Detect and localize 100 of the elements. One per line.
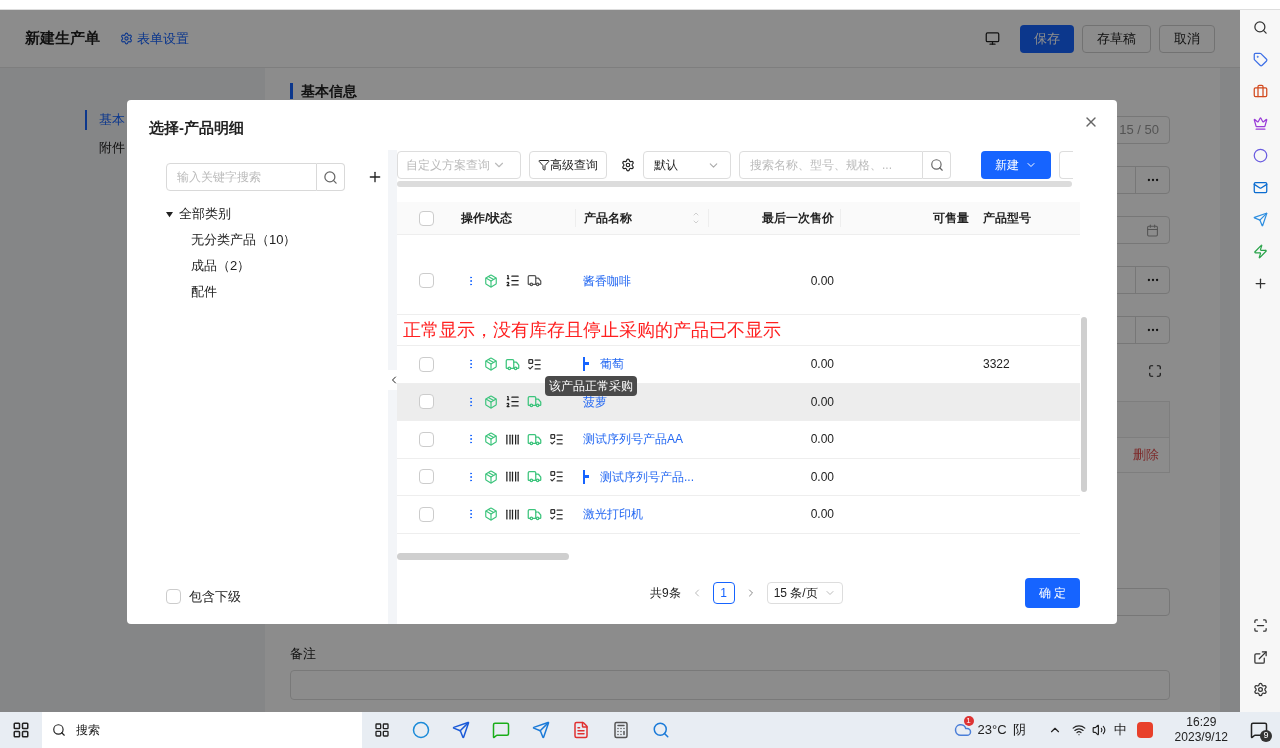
taskbar-search[interactable]: 搜索 — [42, 712, 362, 748]
checkbox[interactable] — [418, 431, 434, 447]
document-icon[interactable] — [572, 721, 590, 739]
checkbox[interactable] — [418, 210, 434, 226]
confirm-button[interactable]: 确 定 — [1024, 578, 1081, 608]
action-button[interactable]: 取消 — [1159, 24, 1215, 53]
checklist-icon — [549, 506, 564, 522]
search-label: 搜索 — [76, 722, 100, 739]
ime-indicator[interactable]: 中 — [1113, 720, 1127, 740]
form-settings-link[interactable]: 表单设置 — [120, 28, 189, 49]
product-link[interactable]: 测试序列号产品... — [600, 467, 694, 486]
box-icon — [484, 357, 498, 372]
page-title: 新建生产单 — [25, 28, 100, 49]
action-button[interactable]: 保存 — [1020, 24, 1074, 53]
tree-item[interactable]: 配件 — [166, 279, 388, 305]
settings-icon[interactable] — [621, 158, 635, 172]
briefcase-icon[interactable] — [1252, 84, 1268, 99]
tree-item[interactable]: 全部类别 — [179, 204, 231, 224]
page-button[interactable]: 1 — [712, 582, 735, 604]
weather-badge: 1 — [963, 716, 974, 726]
table-cell-text: 3322 — [982, 356, 1010, 374]
box-icon — [484, 273, 498, 288]
mail-icon[interactable] — [1252, 180, 1268, 195]
app-icon[interactable] — [532, 721, 550, 739]
table-cell-text: 0.00 — [809, 272, 835, 290]
search-button[interactable] — [317, 163, 345, 191]
scrollbar[interactable] — [397, 181, 1072, 187]
checklist-icon — [527, 356, 542, 372]
add-icon[interactable] — [367, 169, 383, 185]
char-counter: 15 / 50 — [1119, 121, 1160, 140]
weather-text: 阴 — [1012, 721, 1026, 740]
table-cell-text: 0.00 — [809, 468, 835, 486]
barcode-icon — [505, 431, 520, 447]
table-cell-text: 0.00 — [809, 393, 835, 411]
tree-item[interactable]: 无分类产品（10） — [166, 227, 388, 253]
table-cell-text: 0.00 — [809, 431, 835, 449]
external-link-icon[interactable] — [1252, 650, 1268, 665]
column-header: 产品型号 — [982, 210, 1032, 227]
clock-date: 2023/9/12 — [1174, 730, 1228, 745]
checkbox[interactable] — [166, 588, 181, 604]
advanced-search-button[interactable]: 高级查询 — [529, 151, 607, 179]
column-header: 操作/状态 — [460, 210, 514, 227]
volume-icon[interactable] — [1091, 723, 1106, 737]
product-link[interactable]: 葡萄 — [600, 355, 624, 374]
scrollbar[interactable] — [1081, 317, 1087, 492]
settings-icon[interactable] — [1252, 682, 1268, 697]
barcode-icon — [505, 506, 520, 522]
checkbox[interactable] — [418, 469, 434, 485]
product-link[interactable]: 激光打印机 — [583, 505, 643, 524]
product-link[interactable]: 测试序列号产品AA — [583, 430, 683, 449]
ring-icon[interactable] — [1252, 148, 1268, 163]
search-button[interactable] — [923, 151, 951, 179]
app-icon[interactable] — [652, 721, 670, 739]
fullscreen-icon[interactable] — [1148, 364, 1162, 378]
delete-link[interactable]: 删除 — [1133, 445, 1159, 465]
tree-item[interactable]: 成品（2） — [166, 253, 388, 279]
checkbox-label: 包含下级 — [189, 587, 241, 606]
search-icon[interactable] — [1252, 20, 1268, 35]
page-size-select[interactable]: 15 条/页 — [766, 582, 843, 604]
tooltip: 该产品正常采购 — [545, 376, 637, 396]
checkbox[interactable] — [418, 506, 434, 522]
chat-icon[interactable] — [492, 721, 510, 739]
product-link[interactable]: 酱香咖啡 — [583, 271, 631, 290]
numbered-list-icon — [505, 273, 520, 288]
checkbox[interactable] — [418, 273, 434, 288]
screenshot-icon[interactable] — [1252, 618, 1268, 633]
notification-count: 9 — [1260, 730, 1272, 742]
new-button[interactable]: 新建 — [981, 151, 1051, 179]
numbered-list-icon — [505, 394, 520, 410]
table-cell-text: 0.00 — [809, 356, 835, 374]
start-icon[interactable] — [12, 721, 30, 739]
app-icon[interactable] — [452, 721, 470, 739]
search-field[interactable]: 搜索名称、型号、规格、... — [739, 151, 923, 179]
add-icon[interactable] — [1252, 276, 1268, 291]
lightning-icon[interactable] — [1252, 244, 1268, 259]
temperature: 23°C — [977, 721, 1007, 740]
collapse-handle[interactable] — [388, 150, 397, 624]
search-field[interactable]: 输入关键字搜索 — [166, 163, 317, 191]
dialog-title: 选择-产品明细 — [149, 117, 244, 138]
tag-icon[interactable] — [1252, 52, 1268, 67]
annotation-text: 正常显示，没有库存且停止采购的产品已不显示 — [403, 318, 781, 342]
task-view-icon[interactable] — [374, 722, 390, 738]
scrollbar[interactable] — [397, 553, 569, 560]
view-select[interactable]: 默认 — [643, 151, 731, 179]
column-header: 可售量 — [933, 210, 969, 227]
box-icon — [484, 432, 498, 447]
remark-label: 备注 — [290, 645, 317, 663]
calculator-icon[interactable] — [612, 721, 630, 739]
monitor-icon[interactable] — [985, 31, 1000, 46]
checkbox[interactable] — [418, 394, 434, 410]
send-icon[interactable] — [1252, 212, 1268, 227]
checklist-icon — [549, 431, 564, 447]
clock-time: 16:29 — [1186, 715, 1217, 730]
caret-icon[interactable] — [166, 210, 173, 218]
action-button[interactable]: 存草稿 — [1082, 24, 1151, 53]
wifi-icon[interactable] — [1071, 723, 1086, 737]
weather-icon[interactable] — [953, 721, 972, 739]
column-header: 最后一次售价 — [762, 210, 834, 227]
checkbox[interactable] — [418, 356, 434, 372]
filter-icon — [538, 159, 550, 171]
